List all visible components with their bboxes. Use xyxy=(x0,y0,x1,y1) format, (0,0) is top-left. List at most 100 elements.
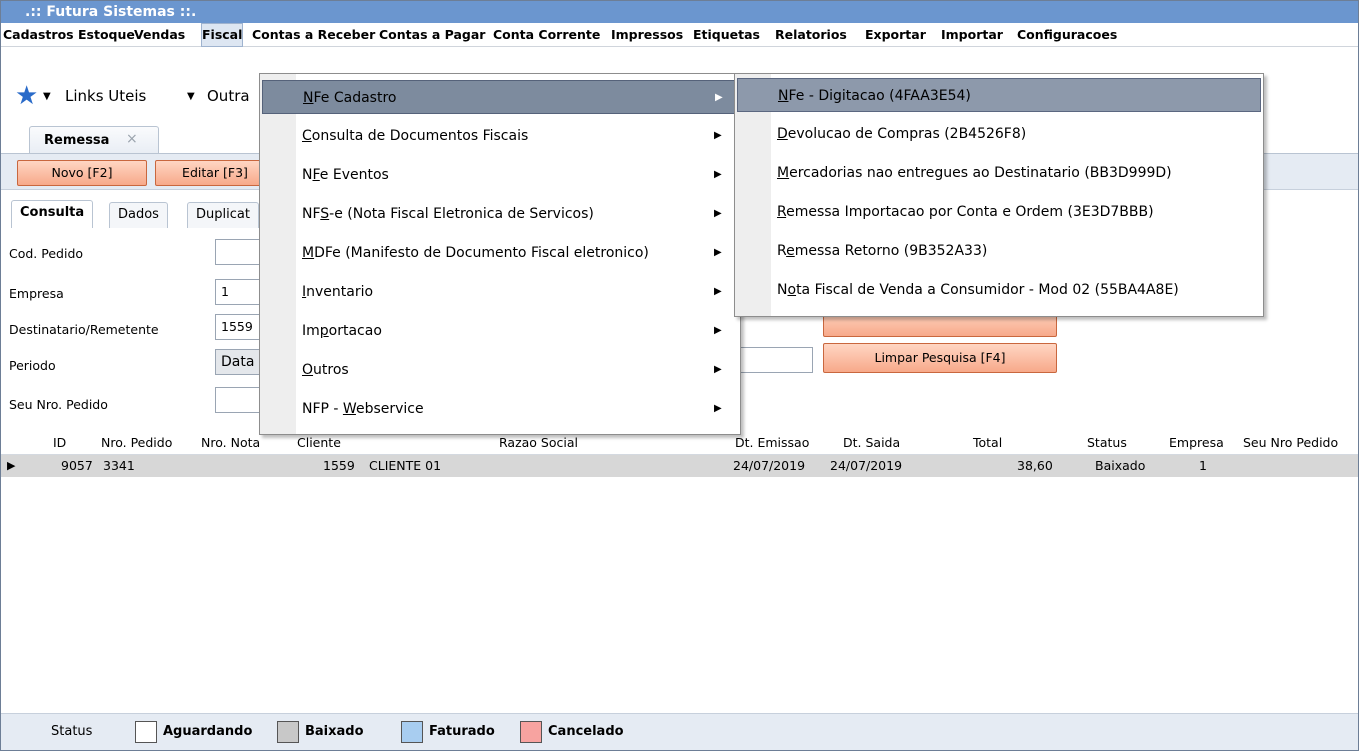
status-legend-label: Status xyxy=(51,724,93,739)
periodo-date-input[interactable] xyxy=(739,347,813,373)
nfe-submenu-item[interactable]: NFe - Digitacao (4FAA3E54) xyxy=(737,78,1261,112)
cell-empresa: 1 xyxy=(1199,458,1207,473)
col-cliente[interactable]: Cliente xyxy=(297,435,341,450)
submenu-arrow-icon: ▶ xyxy=(714,403,722,414)
fiscal-menu-item-label: NFe Eventos xyxy=(302,167,389,183)
menu-importar[interactable]: Importar xyxy=(941,23,1003,47)
menu-contas-pagar[interactable]: Contas a Pagar xyxy=(379,23,485,47)
submenu-arrow-icon: ▶ xyxy=(714,325,722,336)
links-toolbar: ★ ▼ Links Uteis ▼ Outra xyxy=(1,79,301,115)
fiscal-menu-item[interactable]: Consulta de Documentos Fiscais ▶ xyxy=(262,119,736,153)
fiscal-menu-item-label: NFP - Webservice xyxy=(302,401,424,417)
nfe-submenu-item[interactable]: Remessa Retorno (9B352A33) xyxy=(737,234,1261,268)
nfe-submenu-item[interactable]: Mercadorias nao entregues ao Destinatari… xyxy=(737,156,1261,190)
links-uteis-menu[interactable]: Links Uteis xyxy=(65,87,146,105)
submenu-arrow-icon: ▶ xyxy=(714,169,722,180)
menu-bar: Cadastros Estoque Vendas Fiscal Contas a… xyxy=(1,23,1358,47)
nfe-submenu-item[interactable]: Nota Fiscal de Venda a Consumidor - Mod … xyxy=(737,273,1261,307)
menu-etiquetas[interactable]: Etiquetas xyxy=(693,23,760,47)
submenu-arrow-icon: ▶ xyxy=(714,247,722,258)
nfe-submenu-item[interactable]: Devolucao de Compras (2B4526F8) xyxy=(737,117,1261,151)
fiscal-menu-item[interactable]: Outros ▶ xyxy=(262,353,736,387)
col-razao-social[interactable]: Razao Social xyxy=(499,435,578,450)
col-empresa[interactable]: Empresa xyxy=(1169,435,1224,450)
col-total[interactable]: Total xyxy=(973,435,1002,450)
tab-dados[interactable]: Dados xyxy=(109,202,168,228)
cell-razao-social: CLIENTE 01 xyxy=(369,458,442,473)
submenu-arrow-icon: ▶ xyxy=(715,92,723,103)
cell-id: 9057 xyxy=(61,458,93,473)
col-nro-nota[interactable]: Nro. Nota xyxy=(201,435,260,450)
nfe-submenu-item-label: Remessa Retorno (9B352A33) xyxy=(777,243,988,259)
cancelado-swatch xyxy=(520,721,542,743)
col-nro-pedido[interactable]: Nro. Pedido xyxy=(101,435,172,450)
menu-contas-receber[interactable]: Contas a Receber xyxy=(252,23,375,47)
baixado-swatch xyxy=(277,721,299,743)
menu-configuracoes[interactable]: Configuracoes xyxy=(1017,23,1117,47)
close-icon[interactable]: × xyxy=(126,131,138,147)
empresa-label: Empresa xyxy=(9,286,64,301)
nfe-cadastro-submenu: NFe - Digitacao (4FAA3E54) Devolucao de C… xyxy=(734,73,1264,317)
col-status[interactable]: Status xyxy=(1087,435,1127,450)
tab-consulta[interactable]: Consulta xyxy=(11,200,94,228)
menu-conta-corrente[interactable]: Conta Corrente xyxy=(493,23,600,47)
fiscal-menu-item-label: NFe Cadastro xyxy=(303,90,397,106)
limpar-pesquisa-button[interactable]: Limpar Pesquisa [F4] xyxy=(823,343,1057,373)
fiscal-menu-item[interactable]: Inventario ▶ xyxy=(262,275,736,309)
fiscal-menu-item[interactable]: Importacao ▶ xyxy=(262,314,736,348)
fiscal-menu-item[interactable]: NFe Eventos ▶ xyxy=(262,158,736,192)
window-title: .:: Futura Sistemas ::. xyxy=(1,1,1358,23)
editar-button[interactable]: Editar [F3] xyxy=(155,160,275,186)
menu-relatorios[interactable]: Relatorios xyxy=(775,23,847,47)
faturado-swatch xyxy=(401,721,423,743)
fiscal-menu: NFe Cadastro ▶ Consulta de Documentos Fisc… xyxy=(259,73,741,435)
favorites-dropdown-icon[interactable]: ▼ xyxy=(43,91,51,102)
fiscal-menu-item-label: Importacao xyxy=(302,323,382,339)
cell-dt-saida: 24/07/2019 xyxy=(830,458,903,473)
fiscal-menu-item[interactable]: MDFe (Manifesto de Documento Fiscal elet… xyxy=(262,236,736,270)
menu-exportar[interactable]: Exportar xyxy=(865,23,926,47)
submenu-arrow-icon: ▶ xyxy=(714,130,722,141)
fiscal-menu-item[interactable]: NFP - Webservice ▶ xyxy=(262,392,736,426)
nfe-submenu-item-label: NFe - Digitacao (4FAA3E54) xyxy=(778,88,971,104)
main-window: .:: Futura Sistemas ::. Cadastros Estoqu… xyxy=(0,0,1359,751)
submenu-arrow-icon: ▶ xyxy=(714,286,722,297)
seu-nro-label: Seu Nro. Pedido xyxy=(9,397,108,412)
fiscal-menu-item-label: Outros xyxy=(302,362,349,378)
col-dt-emissao[interactable]: Dt. Emissao xyxy=(735,435,809,450)
nfe-submenu-item[interactable]: Remessa Importacao por Conta e Ordem (3E… xyxy=(737,195,1261,229)
tab-duplicatas[interactable]: Duplicat xyxy=(187,202,259,228)
table-row[interactable]: ▶ 9057 3341 1559 CLIENTE 01 24/07/2019 2… xyxy=(1,455,1358,477)
menu-estoque[interactable]: Estoque xyxy=(78,23,135,47)
favorites-star-icon[interactable]: ★ xyxy=(15,81,38,111)
menu-vendas[interactable]: Vendas xyxy=(134,23,185,47)
fiscal-menu-item-label: NFS-e (Nota Fiscal Eletronica de Servico… xyxy=(302,206,594,222)
tab-remessa[interactable]: Remessa × xyxy=(29,126,159,154)
menu-fiscal[interactable]: Fiscal xyxy=(201,23,244,47)
baixado-label: Baixado xyxy=(305,724,364,739)
col-id[interactable]: ID xyxy=(53,435,66,450)
status-legend-bar: Status Aguardando Baixado Faturado Cance… xyxy=(1,713,1358,750)
results-grid: ID Nro. Pedido Nro. Nota Cliente Razao S… xyxy=(1,431,1358,712)
outras-menu[interactable]: Outra xyxy=(207,87,250,105)
fiscal-menu-item[interactable]: NFe Cadastro ▶ xyxy=(262,80,736,114)
menu-cadastros[interactable]: Cadastros xyxy=(3,23,74,47)
periodo-label: Periodo xyxy=(9,358,56,373)
destinatario-label: Destinatario/Remetente xyxy=(9,322,159,337)
novo-button[interactable]: Novo [F2] xyxy=(17,160,147,186)
fiscal-menu-item[interactable]: NFS-e (Nota Fiscal Eletronica de Servico… xyxy=(262,197,736,231)
aguardando-swatch xyxy=(135,721,157,743)
col-seu-nro-pedido[interactable]: Seu Nro Pedido xyxy=(1243,435,1338,450)
cod-pedido-label: Cod. Pedido xyxy=(9,246,84,261)
links-dropdown-icon[interactable]: ▼ xyxy=(187,91,195,102)
cell-total: 38,60 xyxy=(1017,458,1053,473)
tab-remessa-label: Remessa xyxy=(44,133,110,148)
cell-status: Baixado xyxy=(1095,458,1146,473)
nfe-submenu-item-label: Devolucao de Compras (2B4526F8) xyxy=(777,126,1027,142)
cell-cliente: 1559 xyxy=(323,458,355,473)
menu-impressos[interactable]: Impressos xyxy=(611,23,683,47)
col-dt-saida[interactable]: Dt. Saida xyxy=(843,435,900,450)
fiscal-menu-item-label: Inventario xyxy=(302,284,374,300)
row-indicator-icon: ▶ xyxy=(7,459,16,472)
fiscal-menu-item-label: MDFe (Manifesto de Documento Fiscal elet… xyxy=(302,245,649,261)
